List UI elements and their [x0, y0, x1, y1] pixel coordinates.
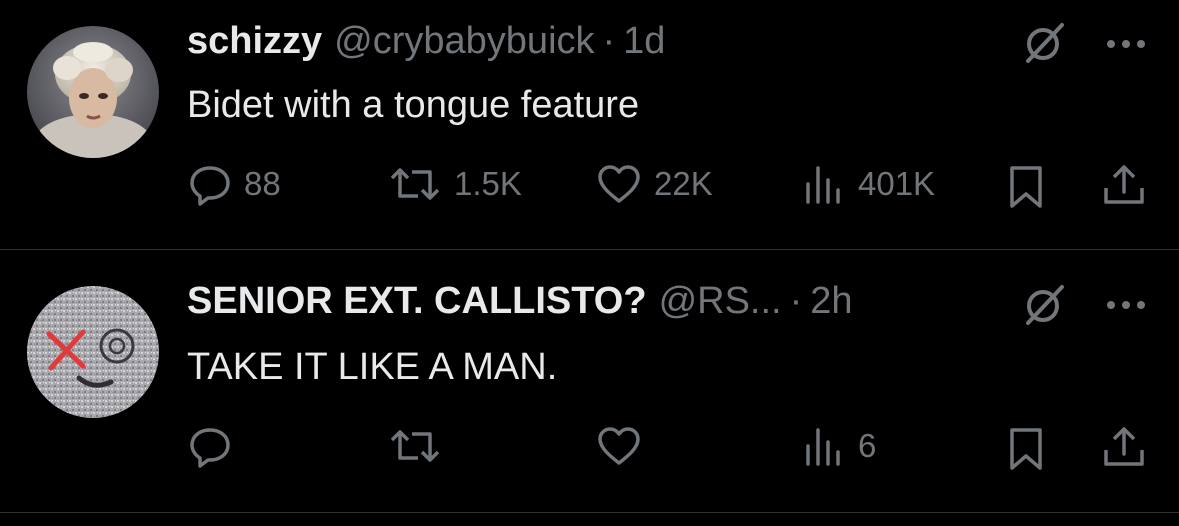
like-button[interactable]: 22K	[596, 162, 713, 206]
reply-button[interactable]	[188, 424, 244, 468]
repost-icon	[390, 168, 440, 200]
repost-button[interactable]: 1.5K	[388, 162, 522, 206]
separator-dot: ·	[602, 20, 616, 62]
reply-icon	[190, 428, 230, 468]
separator-dot: ·	[789, 280, 803, 322]
share-button[interactable]	[1102, 424, 1146, 470]
views-button[interactable]: 6	[802, 424, 876, 468]
avatar[interactable]	[27, 26, 159, 158]
reply-button[interactable]: 88	[188, 162, 281, 206]
view-count: 6	[858, 427, 877, 464]
divider	[0, 512, 1179, 513]
user-handle[interactable]: @crybabybuick	[334, 20, 594, 63]
more-icon[interactable]	[1104, 34, 1148, 54]
share-button[interactable]	[1102, 162, 1146, 208]
view-count: 401K	[858, 165, 936, 202]
display-name[interactable]: schizzy	[187, 20, 322, 63]
share-icon	[1104, 165, 1144, 204]
bookmark-button[interactable]	[1006, 424, 1046, 472]
reply-icon	[190, 166, 230, 206]
like-icon	[598, 165, 640, 203]
tweet-text: Bidet with a tongue feature	[187, 84, 640, 126]
views-button[interactable]: 401K	[802, 162, 935, 206]
timestamp[interactable]: 1d	[623, 20, 665, 63]
reply-count: 88	[244, 165, 281, 202]
tweet-text: TAKE IT LIKE A MAN.	[187, 346, 558, 388]
avatar[interactable]	[27, 286, 159, 418]
like-icon	[598, 427, 640, 465]
tweet-1[interactable]: schizzy @crybabybuick · 1d Bidet with a …	[0, 0, 1179, 249]
timestamp[interactable]: 2h	[810, 280, 852, 323]
views-icon	[806, 166, 840, 204]
user-handle[interactable]: @RS...	[659, 280, 782, 323]
like-button[interactable]	[596, 424, 654, 468]
bookmark-icon	[1010, 166, 1042, 208]
display-name[interactable]: SENIOR EXT. CALLISTO?	[187, 280, 647, 323]
share-icon	[1104, 427, 1144, 466]
like-count: 22K	[654, 165, 713, 202]
repost-button[interactable]	[388, 424, 454, 468]
views-icon	[806, 428, 840, 466]
repost-icon	[390, 430, 440, 462]
grok-icon[interactable]	[1022, 283, 1066, 327]
tweet-header: SENIOR EXT. CALLISTO? @RS... · 2h	[187, 280, 853, 328]
tweet-2[interactable]: SENIOR EXT. CALLISTO? @RS... · 2h TAKE I…	[0, 250, 1179, 512]
bookmark-button[interactable]	[1006, 162, 1046, 210]
more-icon[interactable]	[1104, 295, 1148, 315]
tweet-header: schizzy @crybabybuick · 1d	[187, 20, 665, 68]
repost-count: 1.5K	[454, 165, 522, 202]
bookmark-icon	[1010, 428, 1042, 470]
grok-icon[interactable]	[1022, 21, 1066, 65]
